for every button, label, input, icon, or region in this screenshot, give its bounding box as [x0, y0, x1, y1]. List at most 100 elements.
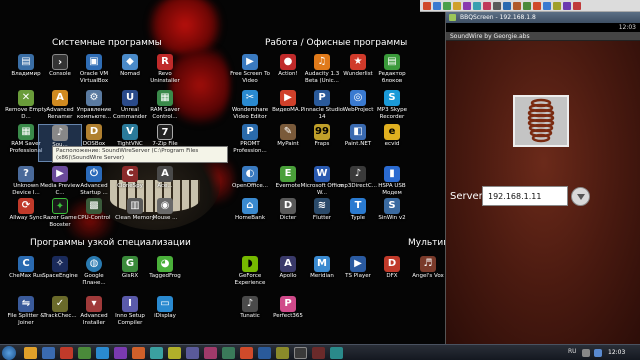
vox-icon: ♬: [420, 256, 436, 272]
bookmark-icon[interactable]: [513, 1, 521, 10]
bookmark-icon[interactable]: [523, 1, 531, 10]
globe-icon: ◍: [86, 256, 102, 272]
taskbar-app-icon[interactable]: [132, 347, 145, 359]
desktop-icon-idisplay[interactable]: ▭ iDisplay: [143, 296, 187, 334]
vnc-icon: V: [122, 124, 138, 140]
user-folder-icon: ▤: [18, 54, 34, 70]
bookmark-icon[interactable]: [503, 1, 511, 10]
server-address-input[interactable]: [482, 186, 568, 206]
bookmark-icon[interactable]: [483, 1, 491, 10]
desktop-icon-mp3-skype[interactable]: S MP3 Skype Recorder: [370, 90, 414, 128]
desktop-icon-mouse[interactable]: ◉ Mouse ...: [143, 198, 187, 236]
server-dropdown-button[interactable]: [571, 187, 590, 206]
soundwire-logo-button[interactable]: [513, 95, 569, 147]
taskbar-app-icon[interactable]: [42, 347, 55, 359]
taskbar-app-icon[interactable]: [330, 347, 343, 359]
desktop-icon-ram-saver-control[interactable]: ▦ RAM Saver Control...: [143, 90, 187, 128]
globe-icon: ◎: [350, 90, 366, 106]
skype-icon: S: [384, 90, 400, 106]
emulator-title-bar[interactable]: BBQScreen - 192.168.1.8: [446, 12, 640, 23]
browser-bookmarks-strip: [420, 0, 640, 12]
perfect365-icon: P: [280, 296, 296, 312]
taskbar-app-icon[interactable]: [222, 347, 235, 359]
dicter-icon: D: [280, 198, 296, 214]
taskbar-app-icon[interactable]: [114, 347, 127, 359]
player-icon: ▶: [350, 256, 366, 272]
bookmark-icon[interactable]: [473, 1, 481, 10]
wunderlist-icon: ★: [350, 54, 366, 70]
translator-icon: P: [242, 124, 258, 140]
bookmark-icon[interactable]: [423, 1, 431, 10]
inno-icon: I: [122, 296, 138, 312]
android-icon: [449, 14, 456, 21]
taskbar-app-icon[interactable]: [150, 347, 163, 359]
spring-coil-icon: [515, 97, 567, 145]
taskbar-app-icon[interactable]: [186, 347, 199, 359]
nomad-icon: ◆: [122, 54, 138, 70]
computer-management-icon: ⚙: [86, 90, 102, 106]
taskbar-app-icon[interactable]: [312, 347, 325, 359]
taskbar-app-icon[interactable]: [258, 347, 271, 359]
bookmark-icon[interactable]: [543, 1, 551, 10]
video-editor-icon: ✂: [242, 90, 258, 106]
language-indicator[interactable]: RU: [568, 348, 577, 355]
sync-icon: ⟳: [18, 198, 34, 214]
taskbar-app-icon[interactable]: [60, 347, 73, 359]
memory-icon: ▥: [127, 198, 143, 214]
taskbar-app-icon[interactable]: [294, 347, 307, 359]
dosbox-icon: D: [86, 124, 102, 140]
nvidia-icon: ◗: [242, 256, 258, 272]
device-icon: ?: [18, 166, 34, 182]
taskbar-folder-icon[interactable]: [24, 347, 37, 359]
pinnacle-icon: P: [314, 90, 330, 106]
soundwire-screen: Server:: [446, 41, 640, 344]
taskbar-app-icon[interactable]: [168, 347, 181, 359]
server-label: Server:: [450, 191, 486, 202]
bookmark-icon[interactable]: [433, 1, 441, 10]
desktop-icon-revo[interactable]: R Revo Uninstaller: [143, 54, 187, 92]
bookmark-icon[interactable]: [493, 1, 501, 10]
desktop-icon-angels-vox[interactable]: ♬ Angel's Vox: [406, 256, 450, 294]
taskbar-app-icon[interactable]: [78, 347, 91, 359]
desktop-icon-ezvid[interactable]: e ecvid: [370, 124, 414, 162]
paint-icon: ✎: [280, 124, 296, 140]
paintnet-icon: ◧: [350, 124, 366, 140]
commander-icon: U: [122, 90, 138, 106]
action-icon: ●: [280, 54, 296, 70]
bookmark-icon[interactable]: [533, 1, 541, 10]
chemax-icon: C: [18, 256, 34, 272]
ram-icon: ▦: [18, 124, 34, 140]
taskbar-app-icon[interactable]: [204, 347, 217, 359]
tracking-icon: ✓: [52, 296, 68, 312]
category-title-narrow: Программы узкой специализации: [30, 238, 191, 248]
desktop-icon-perfect365[interactable]: P Perfect365: [266, 296, 310, 334]
taskbar-app-icon[interactable]: [96, 347, 109, 359]
modem-icon: ▮: [384, 166, 400, 182]
bookmark-icon[interactable]: [563, 1, 571, 10]
category-title-office: Работа / Офисные программы: [265, 38, 408, 48]
bookmark-icon[interactable]: [553, 1, 561, 10]
tunatic-icon: ♪: [242, 296, 258, 312]
desktop-icon-block-editor[interactable]: ▤ Редактор блоков: [370, 54, 414, 92]
taskbar-clock[interactable]: 12:03: [608, 349, 625, 356]
desktop-icon-cpu-control[interactable]: ▩ CPU-Control: [72, 198, 116, 236]
android-status-bar: 12:03: [446, 23, 640, 32]
taskbar-app-icon[interactable]: [276, 347, 289, 359]
bookmark-icon[interactable]: [573, 1, 581, 10]
bookmark-icon[interactable]: [463, 1, 471, 10]
android-emulator-window: BBQScreen - 192.168.1.8 12:03 SoundWire …: [445, 12, 640, 344]
video-icon: ▶: [280, 90, 296, 106]
start-button[interactable]: [2, 346, 16, 360]
dfx-icon: D: [384, 256, 400, 272]
taskbar-app-icon[interactable]: [240, 347, 253, 359]
bookmark-icon[interactable]: [453, 1, 461, 10]
tray-volume-icon[interactable]: [582, 349, 590, 357]
desktop-icon-sinwin[interactable]: S SinWin v2: [370, 198, 414, 236]
bookmark-icon[interactable]: [443, 1, 451, 10]
mouse-icon: ◉: [157, 198, 173, 214]
tray-network-icon[interactable]: [594, 349, 602, 357]
console-icon: ›: [52, 54, 68, 70]
ezvid-icon: e: [384, 124, 400, 140]
taskbar: RU 12:03: [0, 344, 640, 360]
desktop-icon-taggedfrog[interactable]: ◕ TaggedFrog: [143, 256, 187, 294]
